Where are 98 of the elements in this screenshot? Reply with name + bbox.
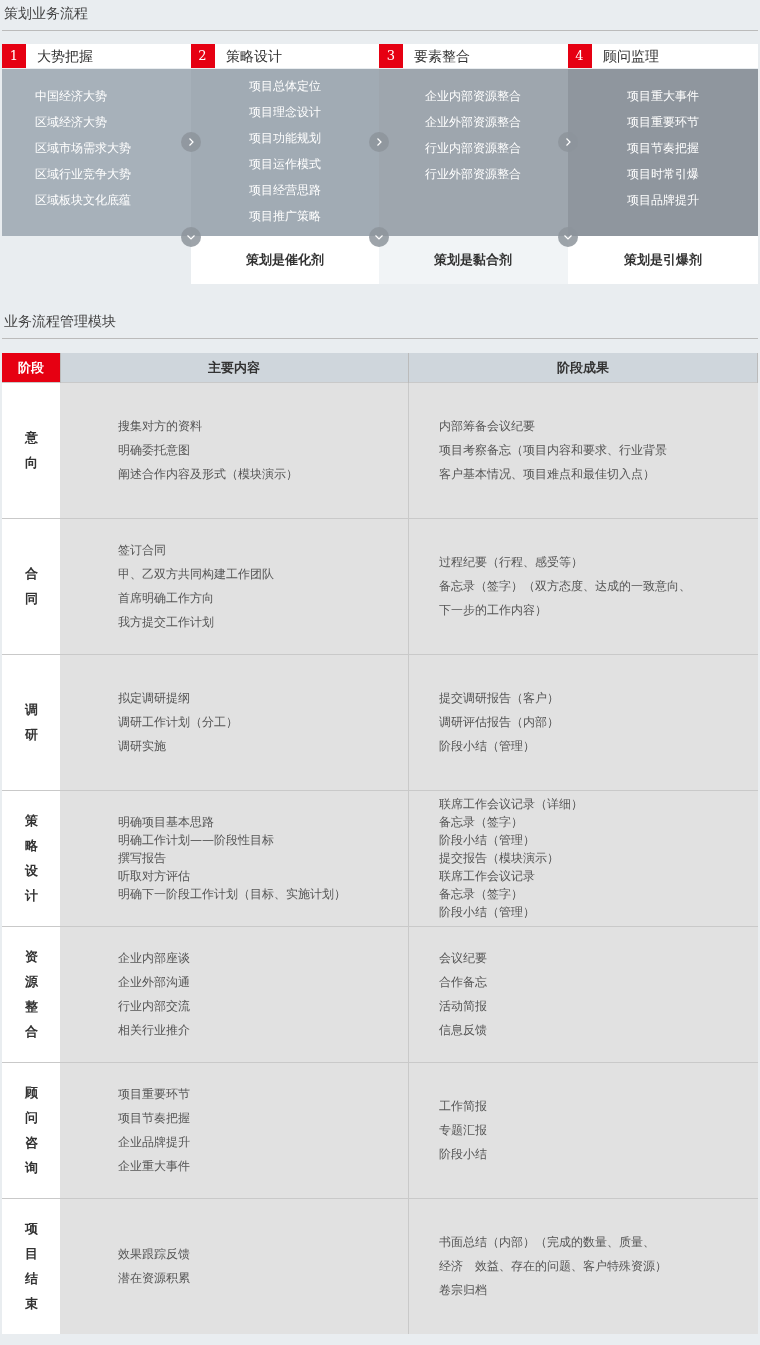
content-item: 明确下一阶段工作计划（目标、实施计划） (118, 886, 347, 903)
step-number: 3 (379, 44, 403, 68)
result-item: 卷宗归档 (439, 1282, 489, 1300)
result-item: 调研评估报告（内部） (439, 714, 561, 731)
content-item: 撰写报告 (118, 850, 167, 867)
result-item: 下一步的工作内容） (439, 602, 549, 619)
step-tagline: 策划是催化剂 (190, 236, 379, 284)
content-item: 企业外部沟通 (118, 974, 191, 991)
step-item: 项目节奏把握 (626, 140, 699, 157)
content-item: 企业品牌提升 (118, 1134, 191, 1151)
step-item: 区域市场需求大势 (35, 140, 131, 157)
content-item: 明确项目基本思路 (118, 814, 215, 831)
result-item: 过程纪要（行程、感受等） (439, 554, 585, 571)
stage-label: 项目结束 (24, 1220, 38, 1314)
content-item: 明确委托意图 (118, 442, 191, 459)
content-item: 我方提交工作计划 (118, 614, 215, 631)
step-title: 大势把握 (37, 46, 93, 66)
step-item: 项目理念设计 (248, 104, 321, 121)
step-item: 项目运作模式 (248, 156, 321, 173)
step-item: 项目功能规划 (248, 130, 321, 147)
result-item: 客户基本情况、项目难点和最佳切入点） (439, 466, 657, 483)
step-title: 策略设计 (225, 46, 282, 66)
stage-label: 合同 (24, 565, 38, 608)
result-item: 工作简报 (439, 1098, 489, 1115)
stage-label: 资源整合 (24, 948, 38, 1041)
stage-label: 意向 (24, 429, 38, 472)
result-item: 阶段小结（管理） (439, 832, 537, 849)
step-item: 中国经济大势 (35, 88, 107, 105)
step-number: 4 (567, 44, 592, 68)
result-item: 项目考察备忘（项目内容和要求、行业背景 (439, 442, 669, 459)
content-item: 阐述合作内容及形式（模块演示） (118, 466, 299, 483)
result-item: 专题汇报 (439, 1122, 489, 1139)
column-header: 阶段 (2, 353, 60, 382)
result-item: 会议纪要 (439, 950, 489, 967)
column-header: 主要内容 (60, 353, 409, 382)
step-item: 行业内部资源整合 (425, 140, 522, 157)
content-item: 企业重大事件 (118, 1158, 191, 1175)
content-item: 甲、乙双方共同构建工作团队 (118, 566, 275, 583)
result-item: 联席工作会议记录（详细） (439, 796, 585, 813)
step-number: 1 (2, 44, 26, 68)
column-header: 阶段成果 (408, 353, 758, 382)
chevron-right-icon (180, 132, 201, 152)
result-item: 信息反馈 (439, 1022, 489, 1039)
step-title: 顾问监理 (602, 46, 659, 66)
content-item: 潜在资源积累 (118, 1270, 191, 1288)
step-tagline: 策划是黏合剂 (379, 236, 568, 284)
chevron-down-icon (369, 227, 389, 247)
result-item: 备忘录（签字）（双方态度、达成的一致意向、 (439, 578, 693, 595)
content-item: 行业内部交流 (118, 998, 191, 1015)
content-item: 调研实施 (118, 738, 167, 755)
chevron-down-icon (180, 227, 201, 247)
step-item: 项目品牌提升 (626, 192, 699, 209)
section-title: 业务流程管理模块 (2, 308, 758, 339)
step-item: 区域板块文化底蕴 (35, 192, 131, 209)
content-item: 搜集对方的资料 (118, 418, 203, 435)
stage-label: 策略设计 (24, 812, 38, 905)
step-tagline: 策划是引爆剂 (567, 236, 758, 284)
step-item: 项目推广策略 (248, 208, 321, 225)
result-item: 经济 效益、存在的问题、客户特殊资源） (439, 1258, 669, 1276)
result-item: 联席工作会议记录 (439, 868, 537, 885)
result-item: 内部筹备会议纪要 (439, 418, 537, 435)
result-item: 合作备忘 (439, 974, 489, 991)
step-item: 区域经济大势 (35, 114, 107, 131)
stage-label: 调研 (24, 701, 38, 744)
step-item: 区域行业竞争大势 (35, 166, 131, 183)
result-item: 备忘录（签字） (439, 814, 525, 831)
step-item: 项目重要环节 (626, 114, 699, 131)
content-item: 效果跟踪反馈 (118, 1246, 191, 1264)
content-item: 签订合同 (118, 542, 167, 559)
step-item: 项目经营思路 (248, 182, 321, 199)
step-item: 项目总体定位 (248, 78, 321, 95)
content-item: 企业内部座谈 (118, 950, 191, 967)
result-item: 提交报告（模块演示） (439, 850, 561, 867)
content-item: 首席明确工作方向 (118, 590, 215, 607)
step-item: 企业内部资源整合 (425, 88, 522, 105)
step-number: 2 (190, 44, 215, 68)
result-item: 阶段小结 (439, 1146, 489, 1163)
step-title: 要素整合 (414, 46, 470, 66)
content-item: 拟定调研提纲 (118, 690, 191, 707)
content-item: 项目节奏把握 (118, 1110, 191, 1127)
content-item: 项目重要环节 (118, 1086, 191, 1103)
content-item: 听取对方评估 (118, 868, 191, 885)
result-item: 书面总结（内部）（完成的数量、质量、 (439, 1234, 657, 1252)
content-item: 相关行业推介 (118, 1022, 191, 1039)
section-title: 策划业务流程 (2, 0, 758, 31)
result-item: 活动简报 (439, 998, 489, 1015)
step-item: 行业外部资源整合 (425, 166, 522, 183)
result-item: 阶段小结（管理） (439, 738, 537, 755)
result-item: 提交调研报告（客户） (439, 690, 561, 707)
content-item: 调研工作计划（分工） (118, 714, 239, 731)
chevron-right-icon (369, 132, 389, 152)
result-item: 备忘录（签字） (439, 886, 525, 903)
result-item: 阶段小结（管理） (439, 904, 537, 921)
step-item: 项目重大事件 (626, 88, 699, 105)
step-item: 项目时常引爆 (626, 166, 699, 183)
step-item: 企业外部资源整合 (425, 114, 522, 131)
stage-label: 顾问咨询 (24, 1084, 38, 1177)
content-item: 明确工作计划——阶段性目标 (118, 832, 275, 849)
